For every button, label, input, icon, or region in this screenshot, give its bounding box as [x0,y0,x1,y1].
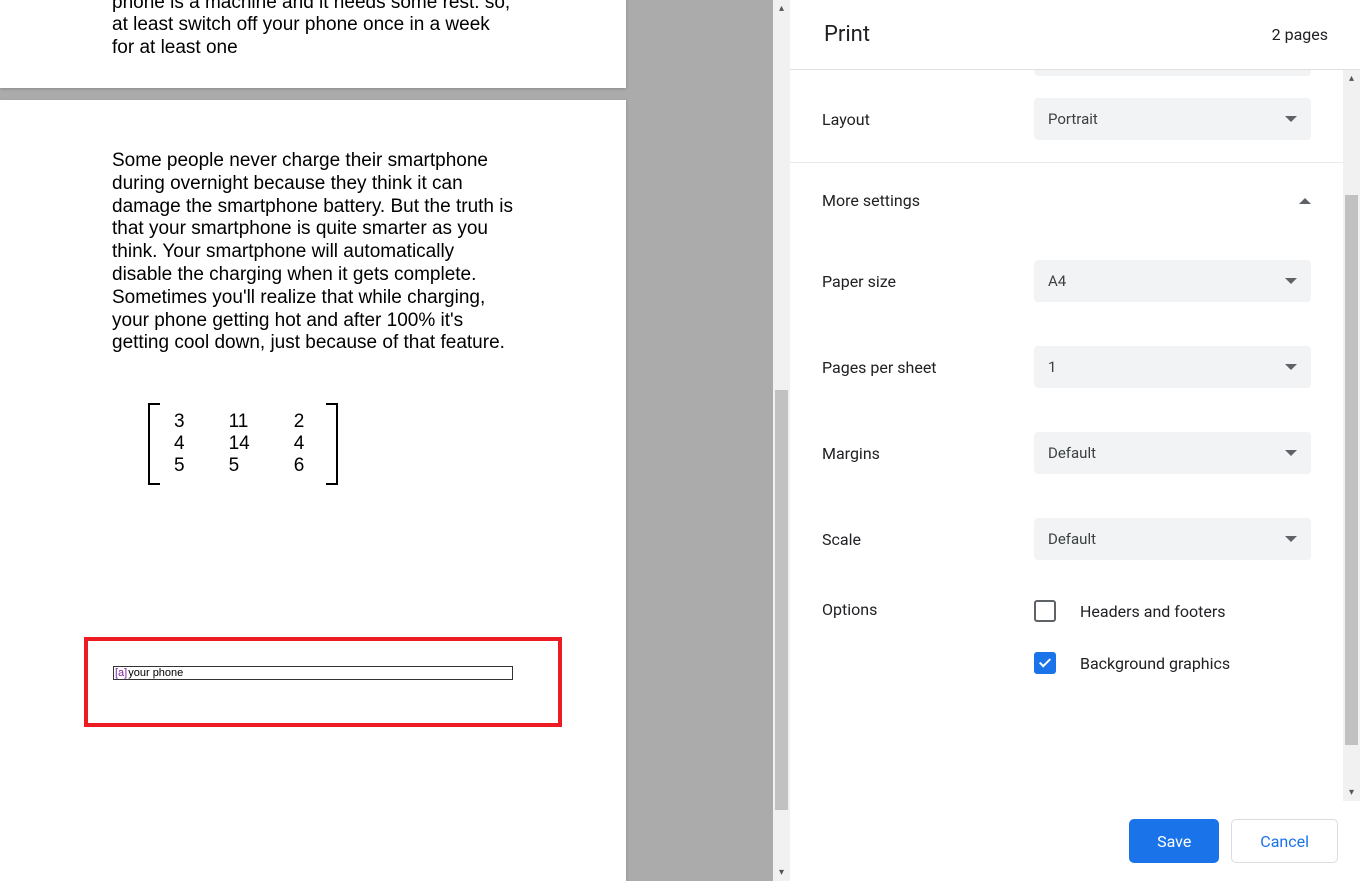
matrix-cell: 2 [294,411,305,433]
save-button[interactable]: Save [1129,819,1219,863]
pages-per-sheet-label: Pages per sheet [822,358,1034,377]
margins-dropdown[interactable]: Default [1034,432,1311,474]
scroll-thumb[interactable] [1345,195,1358,745]
chevron-down-icon [1285,450,1297,456]
scroll-down-icon[interactable]: ▾ [773,864,790,881]
comment-annotation: [a] your phone [113,666,513,680]
scale-dropdown[interactable]: Default [1034,518,1311,560]
matrix-cell: 6 [294,455,305,477]
options-row: Options Headers and footers Background g… [790,582,1343,674]
chevron-up-icon [1299,198,1311,204]
background-graphics-option[interactable]: Background graphics [1034,652,1230,674]
layout-label: Layout [822,110,1034,129]
print-preview-area: phone is a machine and it needs some res… [0,0,790,881]
margins-value: Default [1048,444,1096,462]
matrix-cell: 11 [229,411,250,433]
preview-page-1: phone is a machine and it needs some res… [0,0,626,88]
panel-footer: Save Cancel [790,801,1360,881]
doc-paragraph-2: Some people never charge their smartphon… [112,150,514,355]
panel-title: Print [824,22,870,47]
scale-label: Scale [822,530,1034,549]
check-icon [1039,655,1051,667]
preview-page-2: Some people never charge their smartphon… [0,100,626,881]
background-graphics-checkbox[interactable] [1034,652,1056,674]
margins-label: Margins [822,444,1034,463]
margins-row: Margins Default [790,410,1343,496]
matrix-cell: 14 [229,433,250,455]
layout-dropdown[interactable]: Portrait [1034,98,1311,140]
paper-size-dropdown[interactable]: A4 [1034,260,1311,302]
matrix-cell: 5 [229,455,250,477]
matrix-cell: 4 [174,433,185,455]
matrix-bracket-left [148,403,160,485]
print-settings-panel: Print 2 pages Layout Portrait More setti… [790,0,1360,881]
scroll-up-icon[interactable]: ▴ [773,0,790,17]
chevron-down-icon [1285,278,1297,284]
pages-per-sheet-dropdown[interactable]: 1 [1034,346,1311,388]
scale-row: Scale Default [790,496,1343,582]
preview-scrollbar[interactable]: ▴ ▾ [773,0,790,881]
doc-paragraph-1: phone is a machine and it needs some res… [112,0,514,60]
headers-footers-checkbox[interactable] [1034,600,1056,622]
paper-size-label: Paper size [822,272,1034,291]
settings-scrollbar[interactable]: ▴ ▾ [1343,70,1360,801]
settings-scroll[interactable]: Layout Portrait More settings Paper size [790,70,1343,801]
panel-header: Print 2 pages [790,0,1360,69]
page-count: 2 pages [1272,25,1328,44]
matrix-cell: 3 [174,411,185,433]
chevron-down-icon [1285,116,1297,122]
matrix-equation: 3 4 5 11 14 5 2 4 6 [148,401,514,487]
headers-footers-label: Headers and footers [1080,602,1226,621]
save-button-label: Save [1157,832,1191,851]
matrix-cell: 4 [294,433,305,455]
cancel-button-label: Cancel [1260,832,1309,851]
scroll-thumb[interactable] [775,390,788,810]
more-settings-toggle[interactable]: More settings [790,163,1343,238]
layout-value: Portrait [1048,110,1098,128]
preview-viewport[interactable]: phone is a machine and it needs some res… [0,0,773,881]
annotation-highlight-box [84,637,562,727]
options-label: Options [822,600,1034,674]
headers-footers-option[interactable]: Headers and footers [1034,600,1230,622]
scale-value: Default [1048,530,1096,548]
chevron-down-icon [1285,364,1297,370]
pages-per-sheet-value: 1 [1048,358,1056,376]
comment-marker: [a] [114,667,128,679]
comment-text: your phone [128,667,183,679]
background-graphics-label: Background graphics [1080,654,1230,673]
cancel-button[interactable]: Cancel [1231,819,1338,863]
more-settings-label: More settings [822,191,920,210]
pages-per-sheet-row: Pages per sheet 1 [790,324,1343,410]
matrix-cell: 5 [174,455,185,477]
paper-size-value: A4 [1048,272,1066,290]
matrix-bracket-right [326,403,338,485]
paper-size-row: Paper size A4 [790,238,1343,324]
chevron-down-icon [1285,536,1297,542]
scroll-down-icon[interactable]: ▾ [1343,784,1360,801]
scroll-up-icon[interactable]: ▴ [1343,70,1360,87]
layout-row: Layout Portrait [790,76,1343,162]
